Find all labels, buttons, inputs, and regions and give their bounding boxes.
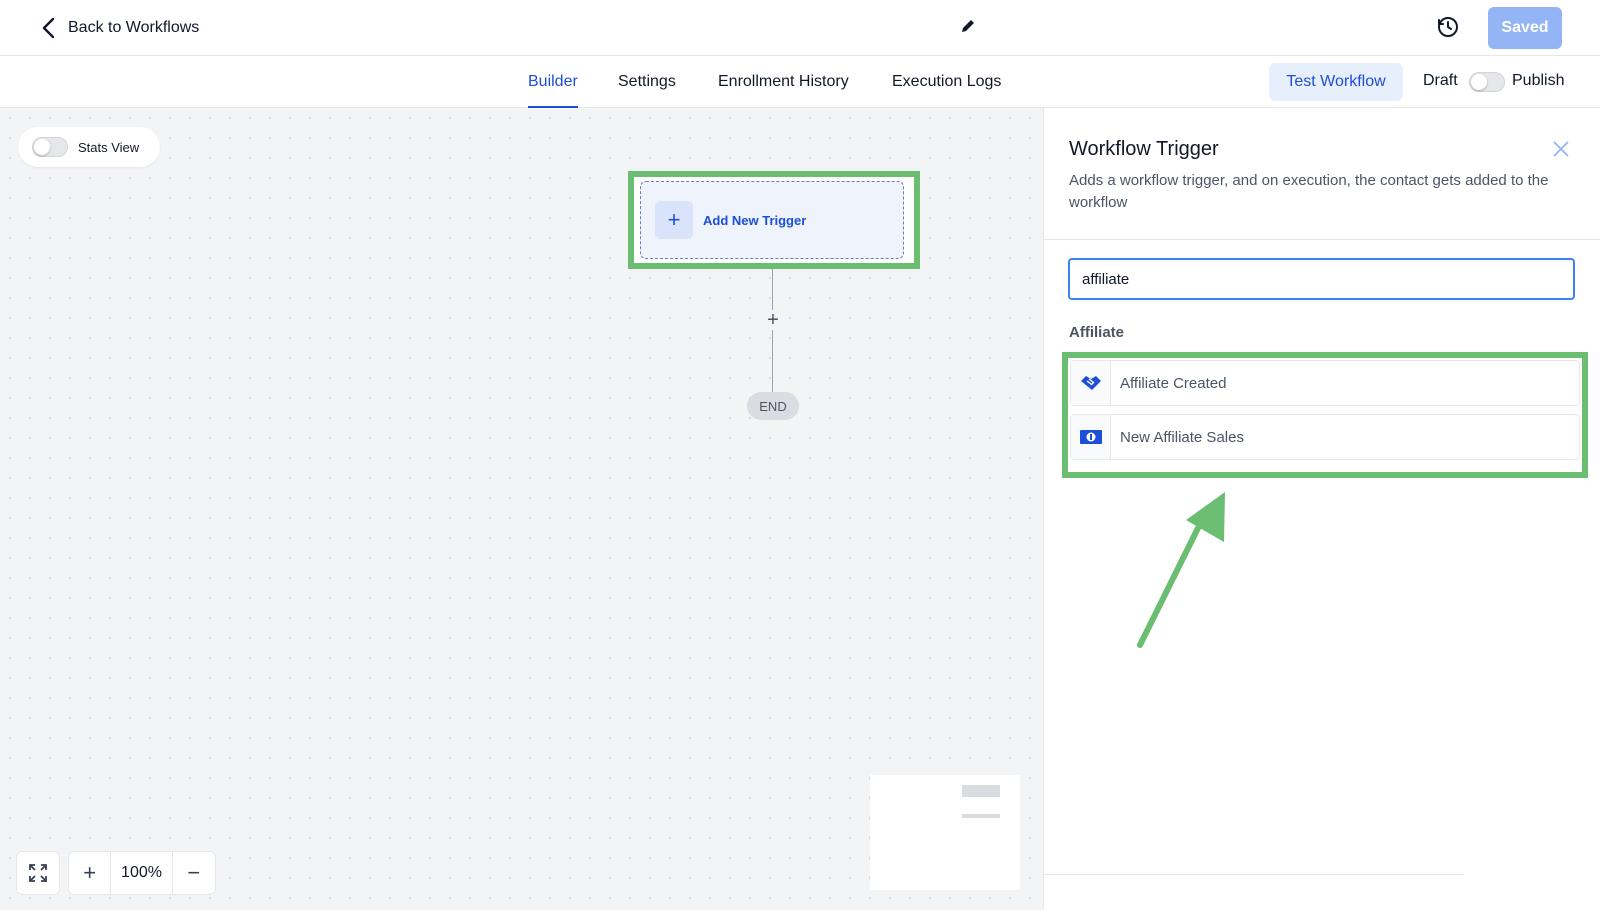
zoom-out-button[interactable]: −	[173, 852, 215, 894]
group-title: Affiliate	[1069, 324, 1125, 341]
top-bar: Back to Workflows Saved	[0, 0, 1600, 56]
minimap[interactable]	[870, 775, 1020, 890]
stats-view-label: Stats View	[78, 139, 140, 155]
workflow-trigger-panel: Workflow Trigger Adds a workflow trigger…	[1044, 108, 1600, 910]
stats-view-toggle[interactable]	[32, 137, 68, 157]
expand-icon	[29, 864, 47, 882]
trigger-search-input[interactable]	[1068, 258, 1575, 300]
trigger-option-new-affiliate-sales[interactable]: New Affiliate Sales	[1070, 414, 1580, 460]
zoom-controls: + 100% −	[68, 851, 216, 895]
panel-title: Workflow Trigger	[1069, 138, 1219, 160]
zoom-in-button[interactable]: +	[69, 852, 112, 894]
tab-settings[interactable]: Settings	[618, 56, 676, 108]
fit-view-button[interactable]	[16, 851, 60, 895]
back-label: Back to Workflows	[68, 19, 200, 36]
trigger-option-label: Affiliate Created	[1120, 374, 1227, 392]
minimap-node	[962, 785, 1000, 797]
plus-icon: +	[655, 201, 693, 239]
money-icon	[1071, 415, 1111, 459]
trigger-option-affiliate-created[interactable]: Affiliate Created	[1070, 360, 1580, 406]
tab-bar: Builder Settings Enrollment History Exec…	[0, 56, 1600, 108]
add-step-button[interactable]: +	[763, 309, 783, 331]
minimap-node	[962, 814, 1000, 818]
toggle-knob	[1471, 74, 1487, 90]
toggle-knob	[34, 139, 50, 155]
results-highlight-box: Affiliate Created New Affiliate Sales	[1062, 352, 1588, 478]
end-node: END	[747, 392, 799, 420]
history-icon[interactable]	[1436, 15, 1460, 39]
add-new-trigger-button[interactable]: + Add New Trigger	[640, 181, 904, 259]
draft-label: Draft	[1423, 72, 1458, 89]
trigger-highlight-box: + Add New Trigger	[628, 171, 920, 269]
close-icon[interactable]	[1552, 140, 1570, 158]
zoom-level: 100%	[111, 852, 173, 894]
handshake-icon	[1071, 361, 1111, 405]
chevron-left-icon	[42, 17, 55, 39]
tab-builder[interactable]: Builder	[528, 56, 578, 108]
divider	[1044, 239, 1600, 240]
publish-toggle[interactable]	[1469, 72, 1505, 92]
workflow-canvas[interactable]: Stats View + Add New Trigger + END + 100…	[0, 108, 1044, 910]
connector-line	[772, 269, 773, 399]
divider	[1044, 874, 1464, 875]
test-workflow-button[interactable]: Test Workflow	[1269, 63, 1403, 101]
trigger-option-label: New Affiliate Sales	[1120, 428, 1244, 446]
tab-enrollment-history[interactable]: Enrollment History	[718, 56, 849, 108]
publish-label: Publish	[1512, 72, 1565, 89]
annotation-arrow-icon	[1137, 492, 1225, 648]
tab-execution-logs[interactable]: Execution Logs	[892, 56, 1001, 108]
panel-description: Adds a workflow trigger, and on executio…	[1069, 172, 1549, 211]
pencil-icon[interactable]	[960, 18, 976, 34]
back-to-workflows-link[interactable]: Back to Workflows	[40, 14, 199, 42]
saved-button[interactable]: Saved	[1488, 7, 1562, 49]
stats-view-control: Stats View	[18, 127, 160, 167]
add-trigger-label: Add New Trigger	[703, 212, 807, 228]
